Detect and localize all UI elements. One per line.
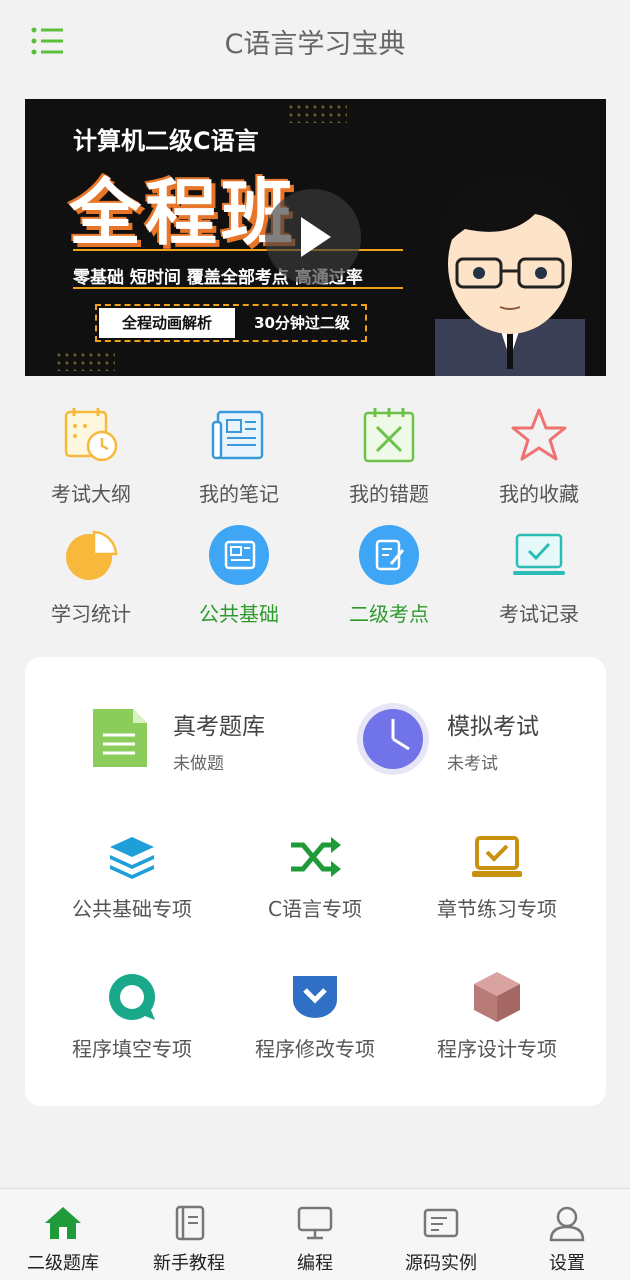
- grid-item-exam-outline[interactable]: 考试大纲: [16, 400, 166, 507]
- star-icon: [504, 400, 574, 470]
- tab-label: 新手教程: [153, 1253, 225, 1274]
- page-title: C语言学习宝典: [224, 29, 406, 60]
- book-icon: [169, 1203, 209, 1243]
- shield-chevron-icon: [285, 969, 345, 1025]
- pie-chart-icon: [56, 520, 126, 590]
- grid-label: 公共基础: [199, 602, 279, 626]
- decor-dots: [55, 351, 115, 371]
- play-icon: [301, 217, 331, 257]
- document-icon: [421, 1203, 461, 1243]
- tab-settings[interactable]: 设置: [504, 1189, 630, 1280]
- grid-label: 二级考点: [349, 602, 429, 626]
- app-header: C语言学习宝典: [0, 0, 630, 84]
- play-button[interactable]: [265, 189, 361, 285]
- grid-item-my-mistakes[interactable]: 我的错题: [314, 400, 464, 507]
- decor-dots: [287, 103, 347, 123]
- topic-label: 章节练习专项: [437, 897, 557, 921]
- user-icon: [547, 1203, 587, 1243]
- grid-label: 我的收藏: [499, 482, 579, 506]
- topic-label: 程序填空专项: [72, 1037, 192, 1061]
- book-icon: [204, 520, 274, 590]
- grid-item-study-stats[interactable]: 学习统计: [16, 520, 166, 627]
- topic-chapter-practice[interactable]: 章节练习专项: [402, 829, 592, 922]
- divider: [73, 287, 403, 289]
- newspaper-icon: [204, 400, 274, 470]
- clock-icon: [357, 703, 429, 775]
- topic-c-language[interactable]: C语言专项: [220, 829, 410, 922]
- grid-item-level2-points[interactable]: 二级考点: [314, 520, 464, 627]
- grid-item-my-notes[interactable]: 我的笔记: [164, 400, 314, 507]
- practice-card: 真考题库 未做题 模拟考试 未考试 公共基础专项 C语言专项 章节练习专项 程序…: [25, 657, 606, 1106]
- wrong-x-icon: [354, 400, 424, 470]
- grid-label: 我的错题: [349, 482, 429, 506]
- tab-source-examples[interactable]: 源码实例: [378, 1189, 504, 1280]
- grid-item-my-favorites[interactable]: 我的收藏: [464, 400, 614, 507]
- tab-label: 二级题库: [27, 1253, 99, 1274]
- cartoon-teacher-avatar: [435, 174, 585, 376]
- tab-beginner-tutorial[interactable]: 新手教程: [126, 1189, 252, 1280]
- mock-exam-button[interactable]: 模拟考试 未考试: [355, 697, 575, 777]
- grid-item-exam-records[interactable]: 考试记录: [464, 520, 614, 627]
- topic-program-design[interactable]: 程序设计专项: [402, 969, 592, 1062]
- grid-item-public-basics[interactable]: 公共基础: [164, 520, 314, 627]
- shuffle-icon: [285, 829, 345, 885]
- home-icon: [43, 1203, 83, 1243]
- banner-tag1: 全程动画解析: [99, 308, 235, 338]
- bottom-tab-bar: 二级题库 新手教程 编程 源码实例 设置: [0, 1188, 630, 1280]
- monitor-check-icon: [504, 520, 574, 590]
- laptop-check-icon: [467, 829, 527, 885]
- topic-public-basics[interactable]: 公共基础专项: [37, 829, 227, 922]
- grid-label: 学习统计: [51, 602, 131, 626]
- banner-headline: 全程班: [69, 170, 298, 255]
- topic-program-fix[interactable]: 程序修改专项: [220, 969, 410, 1062]
- banner-line1: 计算机二级C语言: [73, 127, 259, 155]
- grid-label: 考试大纲: [51, 482, 131, 506]
- monitor-icon: [295, 1203, 335, 1243]
- promo-banner[interactable]: 计算机二级C语言 全程班 零基础 短时间 覆盖全部考点 高通过率 全程动画解析 …: [25, 99, 606, 376]
- banner-tag2: 30分钟过二级: [254, 314, 350, 332]
- tab-question-bank[interactable]: 二级题库: [0, 1189, 126, 1280]
- topic-label: C语言专项: [268, 897, 362, 921]
- mock-exam-title: 模拟考试: [447, 714, 539, 740]
- edit-note-icon: [354, 520, 424, 590]
- tab-label: 设置: [549, 1253, 585, 1274]
- document-icon: [93, 709, 147, 767]
- exam-bank-subtitle: 未做题: [173, 754, 224, 774]
- cube-icon: [467, 969, 527, 1025]
- tab-label: 编程: [297, 1253, 333, 1274]
- topic-label: 程序设计专项: [437, 1037, 557, 1061]
- grid-label: 考试记录: [499, 602, 579, 626]
- speech-bubble-icon: [102, 969, 162, 1025]
- mock-exam-subtitle: 未考试: [447, 754, 498, 774]
- exam-bank-title: 真考题库: [173, 714, 265, 740]
- layers-icon: [102, 829, 162, 885]
- grid-label: 我的笔记: [199, 482, 279, 506]
- calendar-clock-icon: [56, 400, 126, 470]
- exam-bank-button[interactable]: 真考题库 未做题: [85, 697, 305, 777]
- topic-program-fill[interactable]: 程序填空专项: [37, 969, 227, 1062]
- topic-label: 公共基础专项: [72, 897, 192, 921]
- topic-label: 程序修改专项: [255, 1037, 375, 1061]
- tab-programming[interactable]: 编程: [252, 1189, 378, 1280]
- tab-label: 源码实例: [405, 1253, 477, 1274]
